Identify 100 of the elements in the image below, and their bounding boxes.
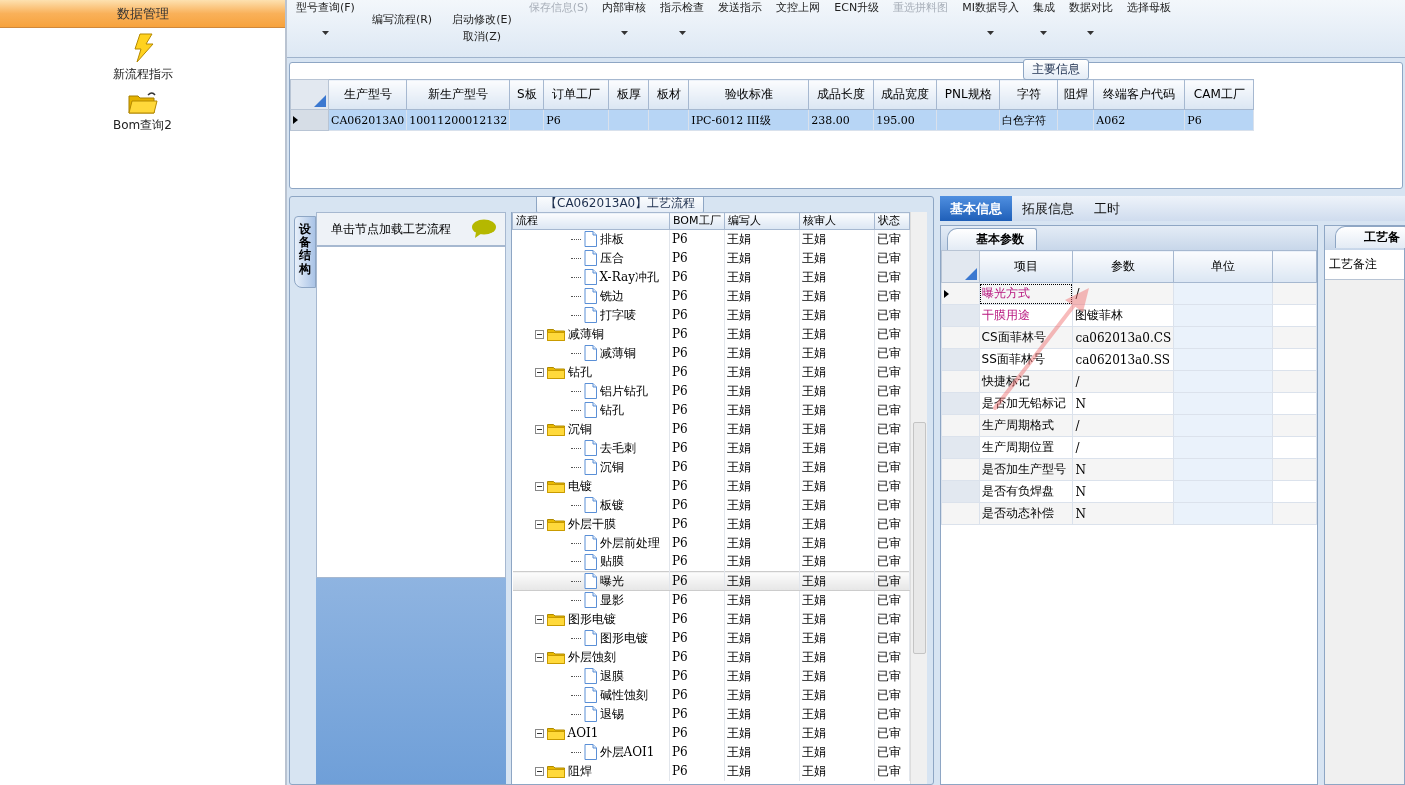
dropdown-caret-icon[interactable] <box>678 31 686 35</box>
table-row[interactable]: 生产周期格式 / <box>941 414 1317 437</box>
toolbar-button[interactable]: 数据对比 <box>1061 0 1120 35</box>
dropdown-caret-icon[interactable] <box>1087 31 1095 35</box>
collapse-icon[interactable] <box>534 519 544 529</box>
toolbar-button[interactable]: 型号查询(F) <box>289 0 362 35</box>
collapse-icon[interactable] <box>534 424 544 434</box>
collapse-icon[interactable] <box>534 766 544 776</box>
toolbar-button[interactable]: MI数据导入 <box>955 0 1026 35</box>
toolbar-button[interactable]: 编写流程(R) <box>369 12 435 27</box>
tree-row[interactable]: AOI1 P6 王娟 王娟 已审 <box>512 723 910 743</box>
tree-row[interactable]: 曝光 P6 王娟 王娟 已审 <box>512 571 910 591</box>
toolbar-button[interactable]: 内部审核 <box>595 0 654 35</box>
sidebar-item[interactable]: Bom查询2 <box>107 88 178 136</box>
tree-row[interactable]: X-Ray冲孔 P6 王娟 王娟 已审 <box>512 267 910 287</box>
tree-row[interactable]: 钻孔 P6 王娟 王娟 已审 <box>512 362 910 382</box>
column-header[interactable]: 成品宽度 <box>873 79 937 110</box>
toolbar-button[interactable]: 发送指示 <box>711 0 770 35</box>
tab[interactable]: 工艺备 <box>1335 226 1405 248</box>
select-all-icon[interactable] <box>964 268 977 280</box>
tree-row[interactable]: 减薄铜 P6 王娟 王娟 已审 <box>512 324 910 344</box>
table-row[interactable]: 干膜用途 图镀菲林 <box>941 304 1317 327</box>
column-header[interactable]: 流程 <box>512 212 670 230</box>
tree-row[interactable]: 外层AOI1 P6 王娟 王娟 已审 <box>512 742 910 762</box>
tree-row[interactable]: 沉铜 P6 王娟 王娟 已审 <box>512 457 910 477</box>
tree-row[interactable]: 图形电镀 P6 王娟 王娟 已审 <box>512 628 910 648</box>
column-header[interactable]: 状态 <box>874 212 910 230</box>
table-row[interactable]: 是否动态补偿 N <box>941 502 1317 525</box>
column-header[interactable]: S板 <box>509 79 544 110</box>
column-header[interactable]: 参数 <box>1072 250 1174 283</box>
dropdown-caret-icon[interactable] <box>987 31 994 35</box>
tree-row[interactable]: 退膜 P6 王娟 王娟 已审 <box>512 666 910 686</box>
column-header[interactable]: 终端客户代码 <box>1093 79 1185 110</box>
collapse-icon[interactable] <box>534 728 544 738</box>
table-row[interactable]: SS面菲林号 ca062013a0.SS <box>941 348 1317 371</box>
collapse-icon[interactable] <box>534 367 544 377</box>
tab[interactable]: 工时 <box>1084 196 1130 221</box>
tree-row[interactable]: 退锡 P6 王娟 王娟 已审 <box>512 704 910 724</box>
dropdown-caret-icon[interactable] <box>1040 31 1048 35</box>
dropdown-caret-icon[interactable] <box>620 31 628 35</box>
tree-row[interactable]: 压合 P6 王娟 王娟 已审 <box>512 248 910 268</box>
table-row[interactable]: 是否加生产型号 N <box>941 458 1317 481</box>
tab[interactable]: 拓展信息 <box>1012 196 1084 221</box>
toolbar-button[interactable]: 文控上网 <box>769 0 828 35</box>
collapse-icon[interactable] <box>534 614 544 624</box>
scrollbar-thumb[interactable] <box>913 422 926 654</box>
table-row[interactable]: 曝光方式 / <box>941 282 1317 305</box>
tree-row[interactable]: 图形电镀 P6 王娟 王娟 已审 <box>512 609 910 629</box>
table-row[interactable]: 是否加无铅标记 N <box>941 392 1317 415</box>
tree-row[interactable]: 减薄铜 P6 王娟 王娟 已审 <box>512 343 910 363</box>
toolbar-button[interactable]: 集成 <box>1025 0 1062 35</box>
tree-row[interactable]: 外层前处理 P6 王娟 王娟 已审 <box>512 533 910 553</box>
table-row[interactable]: CA062013A0 10011200012132 P6 IPC-6012 III级 238.00 195.00 白色字符 A062 P6 <box>290 109 1254 131</box>
tree-row[interactable]: 板镀 P6 王娟 王娟 已审 <box>512 495 910 515</box>
column-header[interactable]: 核审人 <box>799 212 875 230</box>
tab[interactable]: 基本参数 <box>947 228 1037 250</box>
column-header[interactable]: 字符 <box>999 79 1058 110</box>
sidebar-item[interactable]: 新流程指示 <box>106 31 179 85</box>
tree-row[interactable]: 显影 P6 王娟 王娟 已审 <box>512 590 910 610</box>
scrollbar[interactable] <box>910 212 927 784</box>
column-header[interactable]: 新生产型号 <box>406 79 510 110</box>
toolbar-button[interactable]: 启动修改(E) <box>450 12 514 27</box>
tree-row[interactable]: 铝片钻孔 P6 王娟 王娟 已审 <box>512 381 910 401</box>
tree-row[interactable]: 打字唛 P6 王娟 王娟 已审 <box>512 305 910 325</box>
tree-row[interactable]: 排板 P6 王娟 王娟 已审 <box>512 229 910 249</box>
vertical-tab[interactable]: 设备结构 <box>294 216 316 288</box>
column-header[interactable]: PNL规格 <box>936 79 1000 110</box>
column-header[interactable]: 单位 <box>1173 250 1273 283</box>
tree-row[interactable]: 碱性蚀刻 P6 王娟 王娟 已审 <box>512 685 910 705</box>
tree-row[interactable]: 去毛刺 P6 王娟 王娟 已审 <box>512 438 910 458</box>
column-header[interactable]: BOM工厂 <box>669 212 725 230</box>
dropdown-caret-icon[interactable] <box>321 31 329 35</box>
tree-row[interactable]: 外层蚀刻 P6 王娟 王娟 已审 <box>512 647 910 667</box>
tree-row[interactable]: 外层干膜 P6 王娟 王娟 已审 <box>512 514 910 534</box>
toolbar-button[interactable]: 指示检查 <box>653 0 712 35</box>
tree-row[interactable]: 阻焊 P6 王娟 王娟 已审 <box>512 761 910 781</box>
tree-row[interactable]: 电镀 P6 王娟 王娟 已审 <box>512 476 910 496</box>
select-all-icon[interactable] <box>314 95 326 107</box>
tab[interactable]: 基本信息 <box>940 196 1012 221</box>
collapse-icon[interactable] <box>534 329 544 339</box>
table-row[interactable]: 是否有负焊盘 N <box>941 480 1317 503</box>
column-header[interactable]: 项目 <box>979 250 1073 283</box>
table-row[interactable]: 快捷标记 / <box>941 370 1317 393</box>
column-header[interactable]: 板材 <box>648 79 689 110</box>
collapse-icon[interactable] <box>534 652 544 662</box>
column-header[interactable]: CAM工厂 <box>1184 79 1254 110</box>
column-header[interactable]: 成品长度 <box>808 79 874 110</box>
tree-row[interactable]: 钻孔 P6 王娟 王娟 已审 <box>512 400 910 420</box>
collapse-icon[interactable] <box>534 481 544 491</box>
table-row[interactable]: CS面菲林号 ca062013a0.CS <box>941 326 1317 349</box>
column-header[interactable]: 生产型号 <box>328 79 407 110</box>
tree-row[interactable]: 铣边 P6 王娟 王娟 已审 <box>512 286 910 306</box>
column-header[interactable]: 订单工厂 <box>543 79 609 110</box>
table-row[interactable]: 生产周期位置 / <box>941 436 1317 459</box>
column-header[interactable]: 编写人 <box>724 212 800 230</box>
toolbar-button[interactable]: ECN升级 <box>827 0 887 35</box>
toolbar-button[interactable]: 选择母板 <box>1119 0 1178 35</box>
tree-row[interactable]: 沉铜 P6 王娟 王娟 已审 <box>512 419 910 439</box>
toolbar-button[interactable]: 取消(Z) <box>460 29 503 44</box>
column-header[interactable]: 验收标准 <box>688 79 809 110</box>
